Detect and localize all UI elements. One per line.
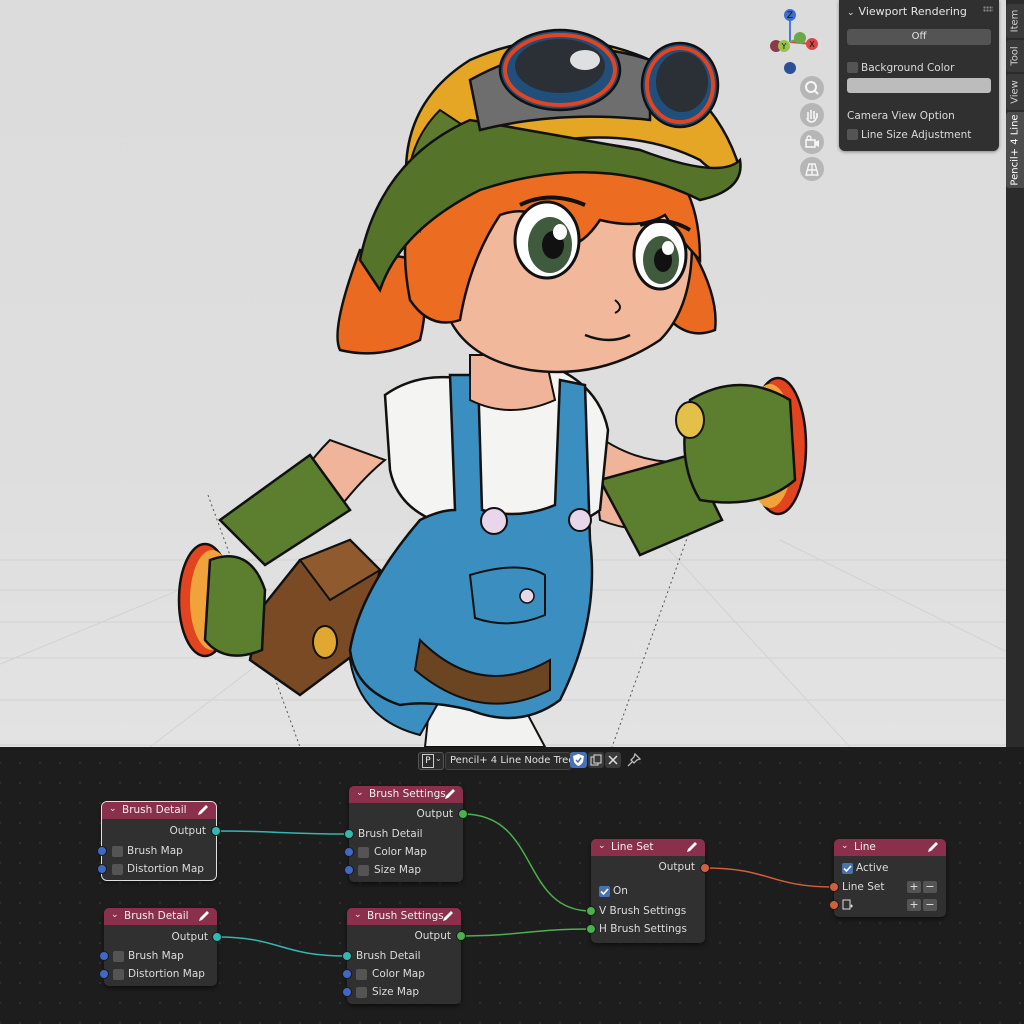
remove-input-button[interactable]: − bbox=[923, 899, 937, 911]
color-map-label: Color Map bbox=[374, 846, 427, 858]
chevron-down-icon[interactable]: ⌄ bbox=[109, 804, 117, 814]
brush-detail-socket[interactable] bbox=[342, 951, 352, 961]
distortion-map-socket[interactable] bbox=[99, 969, 109, 979]
new-socket-icon bbox=[842, 899, 853, 910]
output-label: Output bbox=[171, 931, 208, 943]
output-label: Output bbox=[416, 808, 453, 820]
extra-input-socket[interactable] bbox=[829, 900, 839, 910]
add-input-button[interactable]: + bbox=[907, 899, 921, 911]
pencil-icon bbox=[199, 911, 209, 921]
node-title: Line bbox=[854, 841, 876, 853]
node-header[interactable]: ⌄ Brush Detail bbox=[104, 908, 217, 925]
node-header[interactable]: ⌄ Brush Detail bbox=[102, 802, 216, 819]
output-label: Output bbox=[658, 861, 695, 873]
v-brush-settings-label: V Brush Settings bbox=[599, 905, 687, 917]
chevron-down-icon[interactable]: ⌄ bbox=[354, 910, 362, 920]
node-header[interactable]: ⌄ Brush Settings bbox=[347, 908, 461, 925]
h-brush-settings-socket[interactable] bbox=[586, 924, 596, 934]
distortion-map-label: Distortion Map bbox=[127, 863, 204, 875]
output-socket[interactable] bbox=[700, 863, 710, 873]
size-map-label: Size Map bbox=[372, 986, 420, 998]
chevron-down-icon[interactable]: ⌄ bbox=[598, 841, 606, 851]
output-socket[interactable] bbox=[456, 931, 466, 941]
brush-map-label: Brush Map bbox=[127, 845, 183, 857]
size-map-label: Size Map bbox=[374, 864, 422, 876]
color-map-checkbox[interactable] bbox=[356, 969, 367, 980]
pencil-icon bbox=[443, 911, 453, 921]
node-title: Brush Settings bbox=[367, 910, 444, 922]
color-map-label: Color Map bbox=[372, 968, 425, 980]
output-label: Output bbox=[169, 825, 206, 837]
node-brush-settings-1[interactable]: ⌄ Brush Settings Output Brush Detail Col… bbox=[349, 786, 463, 882]
pencil-icon bbox=[928, 842, 938, 852]
brush-map-checkbox[interactable] bbox=[112, 846, 123, 857]
pencil-icon bbox=[198, 805, 208, 815]
link-brush-detail-2 bbox=[216, 936, 348, 957]
brush-map-checkbox[interactable] bbox=[113, 951, 124, 962]
brush-detail-input-label: Brush Detail bbox=[356, 950, 421, 962]
distortion-map-socket[interactable] bbox=[97, 864, 107, 874]
node-header[interactable]: ⌄ Line bbox=[834, 839, 946, 856]
active-checkbox[interactable] bbox=[842, 863, 853, 874]
chevron-down-icon[interactable]: ⌄ bbox=[111, 910, 119, 920]
on-checkbox[interactable] bbox=[599, 886, 610, 897]
on-label: On bbox=[613, 885, 628, 897]
node-header[interactable]: ⌄ Brush Settings bbox=[349, 786, 463, 803]
size-map-socket[interactable] bbox=[344, 865, 354, 875]
node-line-set[interactable]: ⌄ Line Set Output On V Brush Settings H … bbox=[591, 839, 705, 943]
line-set-input-label: Line Set bbox=[842, 881, 885, 893]
link-v-brush-settings bbox=[462, 813, 592, 912]
size-map-checkbox[interactable] bbox=[358, 865, 369, 876]
link-brush-detail-1 bbox=[215, 830, 350, 835]
line-set-socket[interactable] bbox=[829, 882, 839, 892]
node-brush-detail-2[interactable]: ⌄ Brush Detail Output Brush Map Distorti… bbox=[104, 908, 217, 986]
chevron-down-icon[interactable]: ⌄ bbox=[356, 788, 364, 798]
node-header[interactable]: ⌄ Line Set bbox=[591, 839, 705, 856]
active-label: Active bbox=[856, 862, 889, 874]
v-brush-settings-socket[interactable] bbox=[586, 906, 596, 916]
distortion-map-label: Distortion Map bbox=[128, 968, 205, 980]
remove-line-set-button[interactable]: − bbox=[923, 881, 937, 893]
node-brush-settings-2[interactable]: ⌄ Brush Settings Output Brush Detail Col… bbox=[347, 908, 461, 1004]
h-brush-settings-label: H Brush Settings bbox=[599, 923, 687, 935]
node-title: Line Set bbox=[611, 841, 654, 853]
distortion-map-checkbox[interactable] bbox=[112, 864, 123, 875]
distortion-map-checkbox[interactable] bbox=[113, 969, 124, 980]
add-line-set-button[interactable]: + bbox=[907, 881, 921, 893]
node-title: Brush Detail bbox=[122, 804, 187, 816]
brush-detail-input-label: Brush Detail bbox=[358, 828, 423, 840]
color-map-checkbox[interactable] bbox=[358, 847, 369, 858]
size-map-checkbox[interactable] bbox=[356, 987, 367, 998]
brush-map-label: Brush Map bbox=[128, 950, 184, 962]
node-title: Brush Detail bbox=[124, 910, 189, 922]
output-socket[interactable] bbox=[458, 809, 468, 819]
output-label: Output bbox=[414, 930, 451, 942]
size-map-socket[interactable] bbox=[342, 987, 352, 997]
chevron-down-icon[interactable]: ⌄ bbox=[841, 841, 849, 851]
output-socket[interactable] bbox=[211, 826, 221, 836]
node-line[interactable]: ⌄ Line Active Line Set + − + − bbox=[834, 839, 946, 917]
brush-map-socket[interactable] bbox=[97, 846, 107, 856]
node-brush-detail-1[interactable]: ⌄ Brush Detail Output Brush Map Distorti… bbox=[101, 801, 217, 881]
pencil-icon bbox=[445, 789, 455, 799]
node-title: Brush Settings bbox=[369, 788, 446, 800]
brush-detail-socket[interactable] bbox=[344, 829, 354, 839]
link-h-brush-settings bbox=[460, 928, 592, 937]
link-line-set bbox=[704, 867, 835, 888]
pencil-icon bbox=[687, 842, 697, 852]
brush-map-socket[interactable] bbox=[99, 951, 109, 961]
output-socket[interactable] bbox=[212, 932, 222, 942]
color-map-socket[interactable] bbox=[344, 847, 354, 857]
color-map-socket[interactable] bbox=[342, 969, 352, 979]
